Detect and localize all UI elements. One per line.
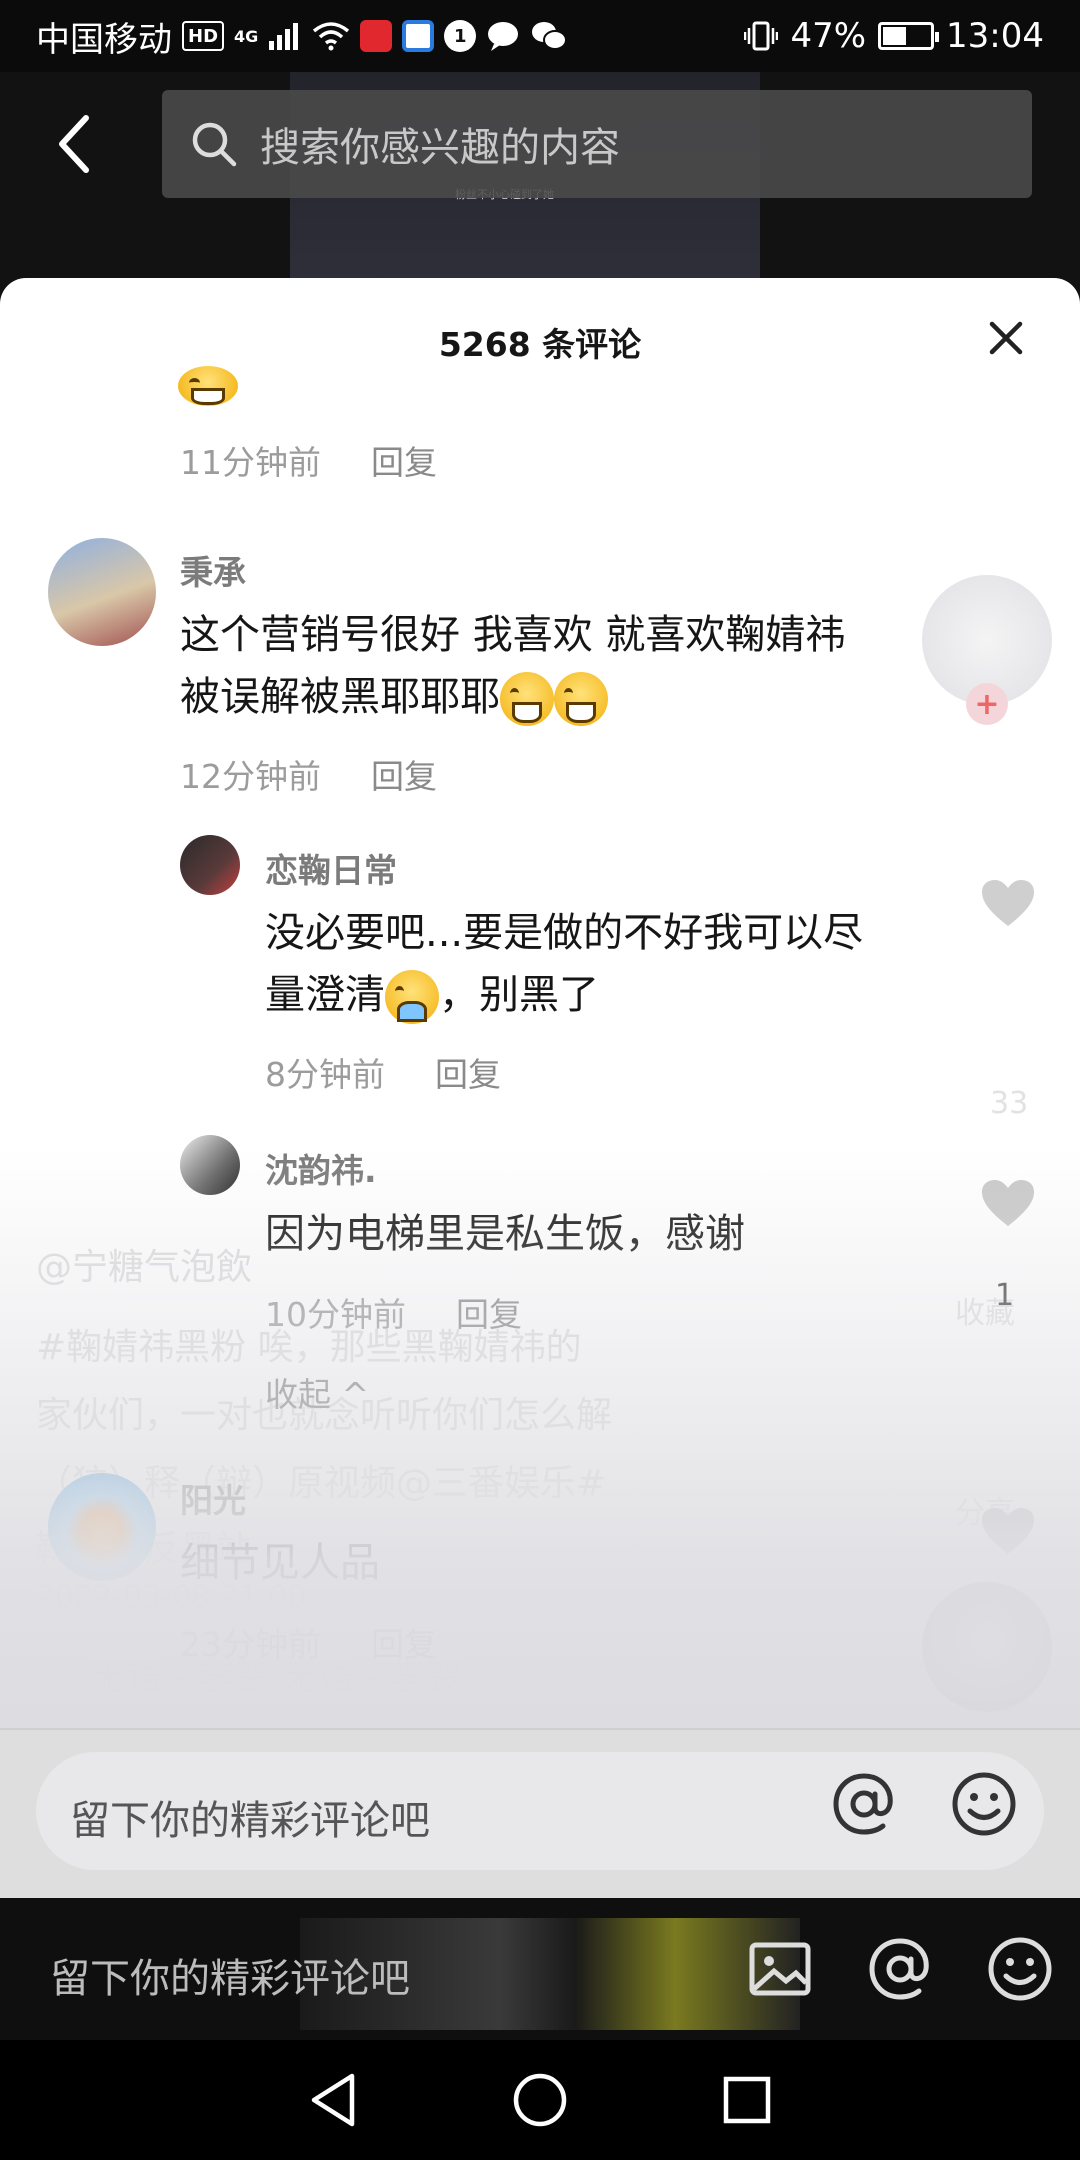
reply-button[interactable]: 回复: [371, 443, 437, 482]
battery-icon: [878, 22, 940, 50]
app-notification-icon: [360, 20, 393, 52]
close-icon: [989, 321, 1023, 355]
back-button[interactable]: [44, 104, 104, 184]
reply-text-line2: 量澄清 ，别黑了: [265, 964, 599, 1026]
reply-button[interactable]: 回复: [456, 1295, 522, 1334]
follow-button[interactable]: +: [966, 683, 1008, 725]
emoji-icon[interactable]: [984, 1933, 1056, 2005]
clock: 13:04: [946, 16, 1044, 56]
comment-text-line2: 被误解被黑耶耶耶: [180, 666, 608, 728]
comment-count-title: 5268 条评论: [438, 325, 642, 364]
comment-meta: 12分钟前 回复: [180, 750, 437, 798]
comment-meta: 23分钟前 回复: [180, 1618, 437, 1666]
comment-text: 细节见人品: [180, 1540, 380, 1586]
avatar[interactable]: [48, 1473, 156, 1581]
heart-icon[interactable]: [980, 1178, 1036, 1228]
reply-text: 没必要吧...要是做的不好我可以尽: [265, 910, 864, 956]
reply-author[interactable]: 恋鞠日常: [265, 844, 397, 892]
video-comment-placeholder[interactable]: 留下你的精彩评论吧: [50, 1946, 410, 2004]
comment-meta: 11分钟前 回复: [180, 436, 437, 484]
nav-back-icon: [312, 2073, 355, 2127]
status-bar: 中国移动 HD 4G 1 47% 13:04: [0, 0, 1080, 72]
comment-author[interactable]: 阳光: [180, 1474, 246, 1522]
like-count: 1: [995, 1278, 1015, 1313]
grin-emoji-icon: [500, 672, 554, 726]
comment-time: 8分钟前: [265, 1055, 385, 1094]
comment-time: 23分钟前: [180, 1625, 321, 1664]
music-disc[interactable]: [922, 1582, 1052, 1712]
reply-button[interactable]: 回复: [371, 757, 437, 796]
comment-time: 10分钟前: [265, 1295, 406, 1334]
comment-input-bar: 留下你的精彩评论吧: [0, 1728, 1080, 1898]
comment-author[interactable]: 秉承: [180, 546, 246, 594]
wechat-icon: [532, 22, 568, 50]
comment-meta: 10分钟前 回复: [265, 1288, 522, 1336]
ghost-video-author: @宁糖气泡飲: [36, 1247, 253, 1288]
image-icon[interactable]: [744, 1933, 816, 2005]
wifi-icon: [313, 22, 350, 51]
comment-time: 12分钟前: [180, 757, 321, 796]
emoji-icon[interactable]: [948, 1768, 1020, 1840]
at-icon[interactable]: [828, 1768, 900, 1840]
message-icon: [488, 22, 519, 51]
nav-home-button[interactable]: [505, 2065, 575, 2135]
reply-button[interactable]: 回复: [435, 1055, 501, 1094]
heart-icon[interactable]: [980, 878, 1036, 928]
navigation-bar: [0, 2040, 1080, 2160]
comment-sheet: 5268 条评论 @宁糖气泡飲 #鞠婧祎黑粉 唉，那些黑鞠婧祎的 家伙们，一对也…: [0, 278, 1080, 1898]
avatar[interactable]: [180, 835, 240, 895]
comment-text: 被误解被黑耶耶耶: [180, 674, 500, 720]
heart-icon[interactable]: [980, 1506, 1036, 1556]
ghost-comment-count: 33: [990, 1086, 1029, 1121]
hd-icon: HD: [182, 21, 225, 51]
reply-text: 因为电梯里是私生饭，感谢: [265, 1211, 745, 1257]
video-comment-bar: 留下你的精彩评论吧: [0, 1898, 1080, 2040]
back-arrow-icon: [59, 115, 89, 173]
carrier-label: 中国移动: [36, 19, 172, 60]
collapse-replies-button[interactable]: 收起 ^: [265, 1368, 369, 1416]
avatar[interactable]: [180, 1135, 240, 1195]
reply-text: ，别黑了: [439, 972, 599, 1018]
nav-recent-button[interactable]: [712, 2065, 782, 2135]
reply-author[interactable]: 沈韵祎.: [265, 1144, 377, 1192]
reply-text: 量澄清: [265, 972, 385, 1018]
search-input[interactable]: 搜索你感兴趣的内容: [162, 90, 1032, 198]
app-notification-icon: 1: [444, 20, 477, 52]
search-placeholder: 搜索你感兴趣的内容: [260, 125, 620, 171]
laughing-emoji-icon: [178, 366, 238, 406]
nav-back-button[interactable]: [298, 2065, 368, 2135]
comment-time: 11分钟前: [180, 443, 321, 482]
crying-emoji-icon: [385, 970, 439, 1024]
app-notification-icon: [402, 20, 435, 52]
vibrate-icon: [744, 21, 779, 51]
search-icon: [192, 122, 237, 167]
comment-meta: 8分钟前 回复: [265, 1048, 501, 1096]
avatar[interactable]: [48, 538, 156, 646]
reply-button[interactable]: 回复: [371, 1625, 437, 1664]
close-button[interactable]: [986, 318, 1026, 358]
network-label: 4G: [234, 26, 259, 46]
comment-input-placeholder: 留下你的精彩评论吧: [70, 1798, 430, 1844]
grin-emoji-icon: [554, 672, 608, 726]
battery-percent: 47%: [790, 16, 867, 56]
at-icon[interactable]: [864, 1933, 936, 2005]
comment-text: 这个营销号很好 我喜欢 就喜欢鞠婧祎: [180, 612, 846, 658]
nav-home-icon: [513, 2073, 567, 2127]
nav-recent-icon: [723, 2076, 770, 2124]
signal-icon: [269, 23, 299, 50]
